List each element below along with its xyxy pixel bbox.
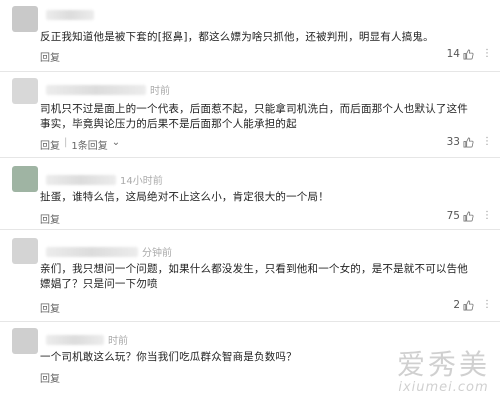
like-button[interactable]: 33	[447, 136, 474, 148]
separator: |	[64, 137, 68, 148]
comment-actions: 回复 | 1条回复 ⌄	[40, 137, 120, 152]
comment-meta: 时前	[46, 82, 170, 97]
reply-button[interactable]: 回复	[40, 49, 60, 64]
comment-item: 14小时前 扯蛋，谁特么信，这局绝对不止这么小，肯定很大的一个局！ 回复 75 …	[0, 158, 500, 230]
comment-actions: 回复	[40, 300, 60, 315]
comment-item: 分钟前 亲们，我只想问一个问题，如果什么都没发生，只看到他和一个女的，是不是就不…	[0, 230, 500, 322]
comment-item: 反正我知道他是被下套的[抠鼻]，都这么嫖为啥只抓他，还被判刑，明显有人搞鬼。 回…	[0, 0, 500, 72]
comment-text: 反正我知道他是被下套的[抠鼻]，都这么嫖为啥只抓他，还被判刑，明显有人搞鬼。	[40, 31, 434, 43]
like-count: 2	[453, 299, 460, 311]
avatar[interactable]	[12, 238, 38, 264]
like-button[interactable]: 2	[453, 299, 474, 311]
more-options-icon[interactable]: ⋮	[482, 210, 492, 221]
username[interactable]	[46, 174, 116, 185]
comment-time: 分钟前	[142, 248, 172, 259]
reply-button[interactable]: 回复	[40, 211, 60, 226]
comment-text: 司机只不过是面上的一个代表，后面惹不起，只能拿司机洗白，而后面那个人也默认了这件…	[40, 103, 468, 130]
like-count: 75	[446, 210, 460, 222]
avatar[interactable]	[12, 328, 38, 354]
expand-replies-icon[interactable]: ⌄	[112, 137, 120, 152]
username[interactable]	[46, 246, 138, 257]
comment-meta	[46, 10, 98, 20]
avatar[interactable]	[12, 78, 38, 104]
reply-button[interactable]: 回复	[40, 137, 60, 152]
comment-text: 亲们，我只想问一个问题，如果什么都没发生，只看到他和一个女的，是不是就不可以告他…	[40, 263, 468, 290]
comment-time: 14小时前	[120, 176, 163, 187]
comment-text: 扯蛋，谁特么信，这局绝对不止这么小，肯定很大的一个局！	[40, 191, 329, 203]
avatar[interactable]	[12, 166, 38, 192]
comment-meta: 分钟前	[46, 244, 172, 259]
view-replies-button[interactable]: 1条回复	[71, 137, 107, 152]
thumbs-up-icon	[463, 137, 474, 147]
username[interactable]	[46, 10, 94, 20]
comment-actions: 回复	[40, 211, 60, 226]
comment-meta: 14小时前	[46, 172, 163, 187]
thumbs-up-icon	[463, 211, 474, 221]
like-button[interactable]: 14	[447, 48, 474, 60]
thumbs-up-icon	[463, 300, 474, 310]
comment-meta: 时前	[46, 332, 128, 347]
reply-button[interactable]: 回复	[40, 370, 60, 385]
more-options-icon[interactable]: ⋮	[482, 48, 492, 59]
comment-actions: 回复	[40, 49, 60, 64]
username[interactable]	[46, 334, 104, 345]
thumbs-up-icon	[463, 49, 474, 59]
comment-time: 时前	[108, 336, 128, 347]
comment-text: 一个司机敢这么玩？你当我们吃瓜群众智商是负数吗？	[40, 351, 297, 363]
more-options-icon[interactable]: ⋮	[482, 136, 492, 147]
like-button[interactable]: 75	[447, 210, 474, 222]
comment-item: 时前 一个司机敢这么玩？你当我们吃瓜群众智商是负数吗？ 回复	[0, 322, 500, 403]
avatar[interactable]	[12, 6, 38, 32]
comment-actions: 回复	[40, 370, 60, 385]
username[interactable]	[46, 84, 146, 95]
like-count: 33	[446, 136, 460, 148]
comment-item: 时前 司机只不过是面上的一个代表，后面惹不起，只能拿司机洗白，而后面那个人也默认…	[0, 72, 500, 158]
more-options-icon[interactable]: ⋮	[482, 299, 492, 310]
like-count: 14	[446, 48, 460, 60]
comment-time: 时前	[150, 86, 170, 97]
reply-button[interactable]: 回复	[40, 300, 60, 315]
